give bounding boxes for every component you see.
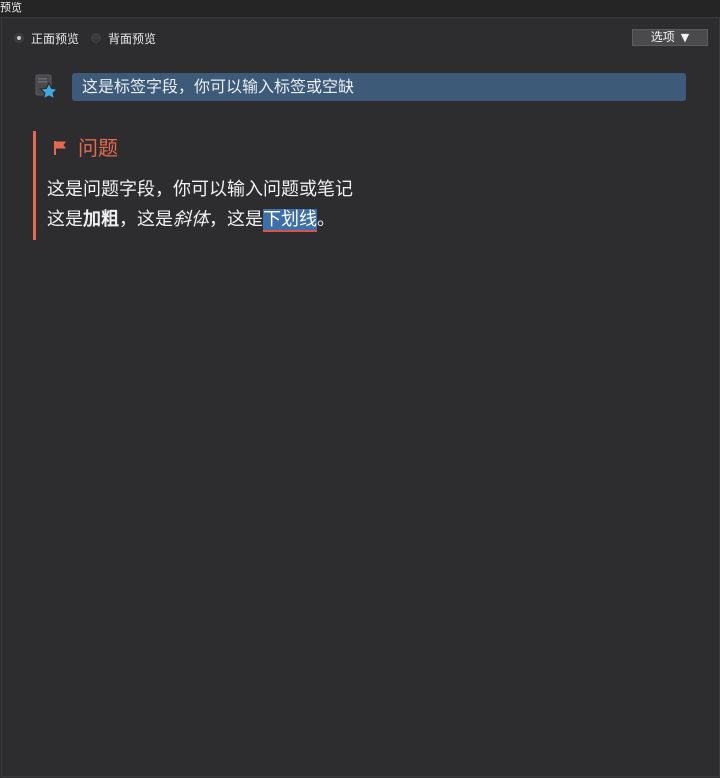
- flag-icon: [54, 141, 66, 155]
- question-heading: 问题: [78, 136, 118, 160]
- back-preview-radio[interactable]: 背面预览: [91, 30, 156, 47]
- question-block: 问题 这是问题字段，你可以输入问题或笔记 这是加粗，这是斜体，这是下划线。: [33, 131, 676, 240]
- options-button[interactable]: 选项 ▼: [632, 29, 708, 46]
- question-line-2: 这是加粗，这是斜体，这是下划线。: [47, 205, 353, 235]
- text-prefix: 这是: [47, 209, 83, 230]
- dropdown-arrow-icon: ▼: [680, 31, 690, 44]
- tag-field[interactable]: 这是标签字段，你可以输入标签或空缺: [72, 73, 686, 101]
- text-suffix: 。: [317, 209, 335, 230]
- anki-star-card-icon: [35, 74, 59, 100]
- text-separator: ，这是: [119, 209, 173, 230]
- radio-unselected-icon[interactable]: [91, 33, 102, 43]
- options-label: 选项: [650, 30, 675, 44]
- front-preview-label: 正面预览: [31, 31, 80, 46]
- back-preview-label: 背面预览: [108, 31, 157, 46]
- question-content: 这是问题字段，你可以输入问题或笔记 这是加粗，这是斜体，这是下划线。: [47, 175, 353, 235]
- radio-selected-icon[interactable]: [14, 33, 24, 43]
- text-separator: ，这是: [209, 209, 263, 230]
- question-header: 问题: [52, 135, 118, 161]
- preview-panel: 正面预览 背面预览 选项 ▼ 这是标签字段，你可以输入标签或空缺 问题 这是问题字…: [1, 18, 720, 777]
- tag-row: 这是标签字段，你可以输入标签或空缺: [34, 73, 694, 103]
- bold-text: 加粗: [83, 209, 119, 230]
- front-preview-radio[interactable]: 正面预览: [14, 30, 79, 47]
- question-line-1: 这是问题字段，你可以输入问题或笔记: [47, 179, 353, 200]
- preview-toolbar: 正面预览 背面预览: [14, 30, 168, 46]
- title-bar: 预览: [0, 0, 720, 18]
- italic-text: 斜体: [173, 209, 209, 230]
- window-title: 预览: [0, 1, 22, 14]
- underline-text: 下划线: [263, 209, 317, 232]
